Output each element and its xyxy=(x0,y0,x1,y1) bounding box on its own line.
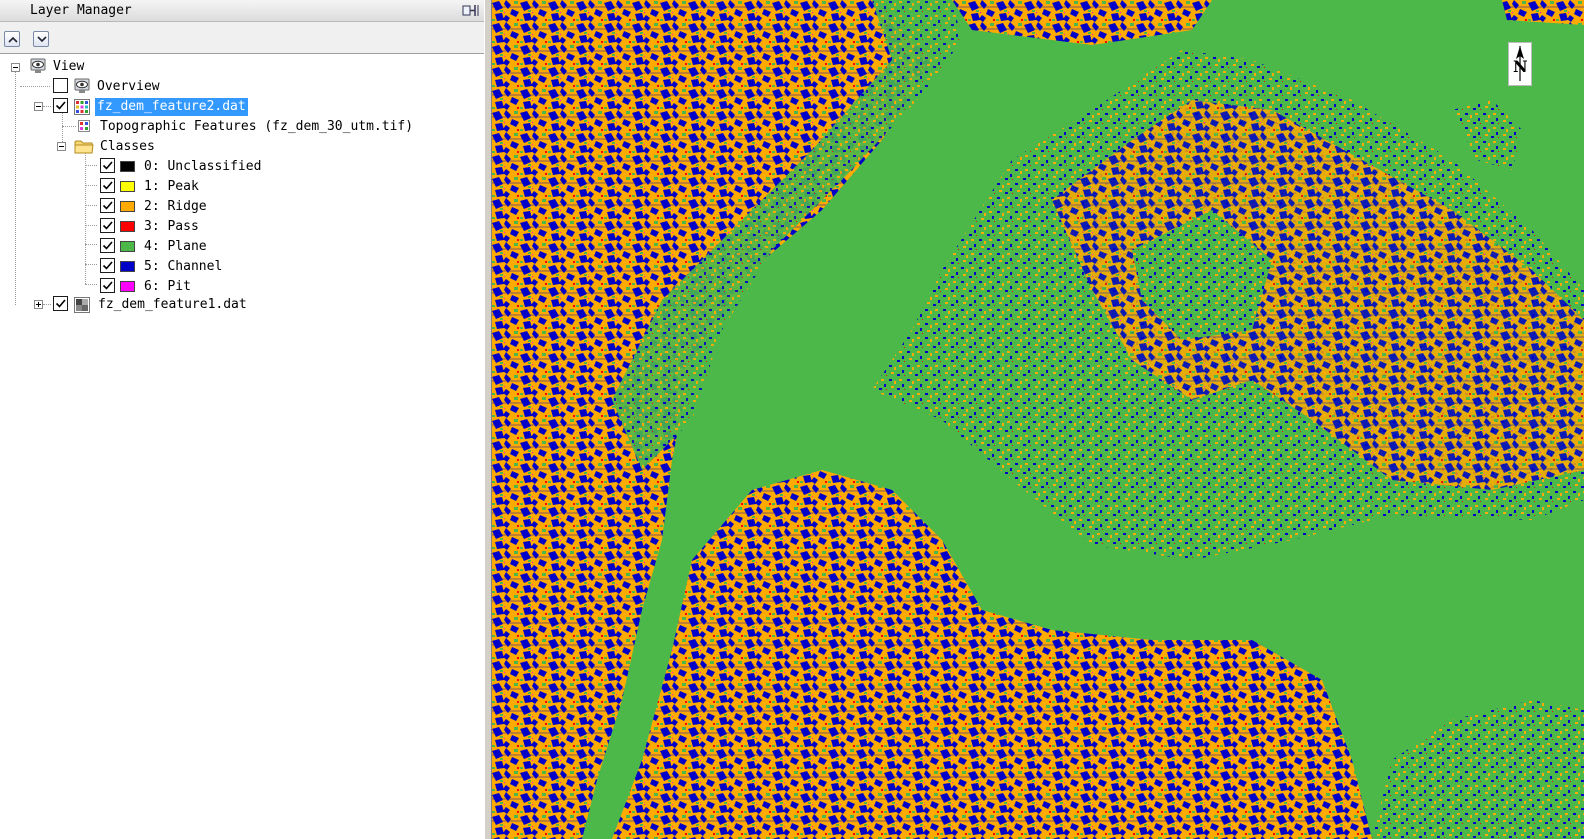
class-color-swatch xyxy=(120,181,135,192)
overview-checkbox[interactable] xyxy=(53,78,68,93)
checkmark-icon xyxy=(102,161,113,170)
map-view[interactable]: N xyxy=(492,0,1584,839)
move-down-button[interactable] xyxy=(33,31,49,47)
classification-raster-icon xyxy=(74,99,90,119)
tree-row-overview[interactable]: Overview xyxy=(0,77,486,97)
class-checkbox[interactable] xyxy=(100,258,115,273)
class-color-swatch xyxy=(120,161,135,172)
checkmark-icon xyxy=(102,241,113,250)
collapse-toggle[interactable] xyxy=(11,63,20,72)
class-row-pit[interactable]: 6: Pit xyxy=(0,277,486,297)
panel-title-bar[interactable]: Layer Manager xyxy=(0,0,489,22)
folder-icon xyxy=(74,139,94,158)
layer1-checkbox[interactable] xyxy=(53,296,68,311)
tree-label-layer1: fz_dem_feature1.dat xyxy=(98,297,247,312)
panel-title: Layer Manager xyxy=(30,3,132,18)
checkmark-icon xyxy=(102,261,113,270)
tree-label-classes: Classes xyxy=(100,139,155,154)
class-label: 4: Plane xyxy=(144,239,207,254)
tree-label-view: View xyxy=(53,59,85,74)
class-row-unclassified[interactable]: 0: Unclassified xyxy=(0,157,486,177)
layer-toolbar xyxy=(0,22,489,54)
class-checkbox[interactable] xyxy=(100,198,115,213)
class-checkbox[interactable] xyxy=(100,178,115,193)
class-color-swatch xyxy=(120,241,135,252)
checkmark-icon xyxy=(102,281,113,290)
pin-icon[interactable] xyxy=(462,3,480,19)
checkmark-icon xyxy=(102,221,113,230)
class-label: 2: Ridge xyxy=(144,199,207,214)
tree-row-layer2[interactable]: fz_dem_feature2.dat xyxy=(0,97,486,117)
tree-row-view[interactable]: View xyxy=(0,57,486,77)
checkmark-icon xyxy=(102,201,113,210)
grayscale-raster-icon xyxy=(74,297,90,317)
north-label: N xyxy=(1513,57,1528,76)
class-checkbox[interactable] xyxy=(100,218,115,233)
tree-row-band[interactable]: Topographic Features (fz_dem_30_utm.tif) xyxy=(0,117,486,137)
class-color-swatch xyxy=(120,281,135,292)
layer-manager-panel: Layer Manager View Overview fz_dem_featu… xyxy=(0,0,489,839)
layer2-checkbox[interactable] xyxy=(53,98,68,113)
tree-row-layer1[interactable]: fz_dem_feature1.dat xyxy=(0,295,486,315)
class-label: 6: Pit xyxy=(144,279,191,294)
collapse-toggle[interactable] xyxy=(34,102,43,111)
class-checkbox[interactable] xyxy=(100,158,115,173)
class-color-swatch xyxy=(120,261,135,272)
band-icon xyxy=(78,120,90,136)
class-row-ridge[interactable]: 2: Ridge xyxy=(0,197,486,217)
move-up-icon xyxy=(8,36,18,43)
classified-raster-display xyxy=(492,0,1584,839)
class-checkbox[interactable] xyxy=(100,278,115,293)
move-down-icon xyxy=(37,36,47,43)
checkmark-icon xyxy=(102,181,113,190)
collapse-toggle[interactable] xyxy=(57,142,66,151)
view-eye-icon xyxy=(28,58,48,79)
class-color-swatch xyxy=(120,221,135,232)
checkmark-icon xyxy=(55,299,66,308)
class-label: 3: Pass xyxy=(144,219,199,234)
class-label: 1: Peak xyxy=(144,179,199,194)
class-label: 0: Unclassified xyxy=(144,159,262,174)
class-row-channel[interactable]: 5: Channel xyxy=(0,257,486,277)
expand-toggle[interactable] xyxy=(34,300,43,309)
class-row-plane[interactable]: 4: Plane xyxy=(0,237,486,257)
class-row-pass[interactable]: 3: Pass xyxy=(0,217,486,237)
class-color-swatch xyxy=(120,201,135,212)
north-arrow-icon: N xyxy=(1508,42,1532,86)
view-eye-icon xyxy=(72,78,92,99)
panel-splitter[interactable] xyxy=(484,0,492,839)
class-checkbox[interactable] xyxy=(100,238,115,253)
tree-label-layer2: fz_dem_feature2.dat xyxy=(95,98,248,116)
layer-tree: View Overview fz_dem_feature2.dat Topogr… xyxy=(0,55,486,839)
class-row-peak[interactable]: 1: Peak xyxy=(0,177,486,197)
tree-row-classes[interactable]: Classes xyxy=(0,137,486,157)
checkmark-icon xyxy=(55,101,66,110)
tree-label-overview: Overview xyxy=(97,79,160,94)
tree-label-band: Topographic Features (fz_dem_30_utm.tif) xyxy=(100,119,414,134)
move-up-button[interactable] xyxy=(4,31,20,47)
class-label: 5: Channel xyxy=(144,259,223,274)
